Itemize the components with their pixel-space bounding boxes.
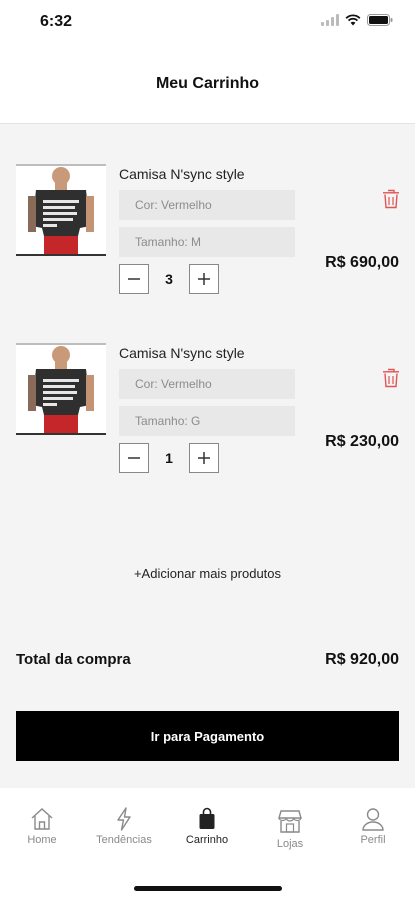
trash-icon[interactable]: [381, 188, 401, 210]
item-price: R$ 230,00: [325, 433, 399, 450]
tab-label: Perfil: [360, 834, 386, 846]
plus-icon: [198, 273, 210, 285]
color-option: Cor: Vermelho: [119, 190, 295, 220]
tab-home[interactable]: Home: [2, 806, 82, 846]
tab-label: Home: [27, 834, 57, 846]
tab-carrinho[interactable]: Carrinho: [167, 806, 247, 846]
tab-lojas[interactable]: Lojas: [250, 806, 330, 850]
tab-label: Tendências: [96, 834, 152, 846]
plus-icon: [198, 452, 210, 464]
status-bar: 6:32: [0, 0, 415, 44]
tab-tendencias[interactable]: Tendências: [84, 806, 164, 846]
page-title: Meu Carrinho: [155, 74, 260, 92]
minus-icon: [128, 457, 140, 459]
product-image[interactable]: [16, 164, 106, 256]
quantity-stepper: 1: [119, 443, 219, 473]
quantity-value: 1: [165, 450, 173, 466]
header: Meu Carrinho: [0, 44, 415, 124]
tab-label: Lojas: [276, 838, 304, 850]
home-indicator: [134, 886, 282, 891]
bottom-tab-bar: Home Tendências Carrinho Lojas Perfil: [0, 788, 415, 900]
tab-perfil[interactable]: Perfil: [333, 806, 413, 846]
total-value: R$ 920,00: [325, 651, 399, 668]
total-label: Total da compra: [16, 651, 131, 668]
decrease-quantity-button[interactable]: [119, 264, 149, 294]
battery-icon: [367, 14, 393, 26]
trash-icon[interactable]: [381, 367, 401, 389]
decrease-quantity-button[interactable]: [119, 443, 149, 473]
product-image[interactable]: [16, 343, 106, 435]
store-icon: [278, 810, 302, 833]
color-option: Cor: Vermelho: [119, 369, 295, 399]
product-name: Camisa N'sync style: [119, 345, 245, 361]
quantity-value: 3: [165, 271, 173, 287]
add-more-products-link[interactable]: +Adicionar mais produtos: [0, 566, 415, 581]
status-time: 6:32: [40, 13, 73, 30]
shopping-bag-icon: [199, 807, 215, 829]
go-to-payment-button[interactable]: Ir para Pagamento: [16, 711, 399, 761]
size-option: Tamanho: G: [119, 406, 295, 436]
cart-content: Camisa N'sync style Cor: Vermelho Tamanh…: [0, 124, 415, 788]
cart-item: Camisa N'sync style Cor: Vermelho Tamanh…: [0, 124, 415, 294]
lightning-icon: [117, 807, 131, 831]
minus-icon: [128, 278, 140, 280]
user-icon: [362, 808, 384, 831]
wifi-icon: [345, 14, 361, 26]
tab-label: Carrinho: [185, 834, 229, 846]
size-option: Tamanho: M: [119, 227, 295, 257]
increase-quantity-button[interactable]: [189, 443, 219, 473]
item-price: R$ 690,00: [325, 254, 399, 271]
increase-quantity-button[interactable]: [189, 264, 219, 294]
status-icons: [321, 14, 393, 26]
home-icon: [31, 808, 53, 830]
quantity-stepper: 3: [119, 264, 219, 294]
product-name: Camisa N'sync style: [119, 166, 245, 182]
signal-icon: [321, 14, 339, 26]
cart-item: Camisa N'sync style Cor: Vermelho Tamanh…: [0, 303, 415, 473]
